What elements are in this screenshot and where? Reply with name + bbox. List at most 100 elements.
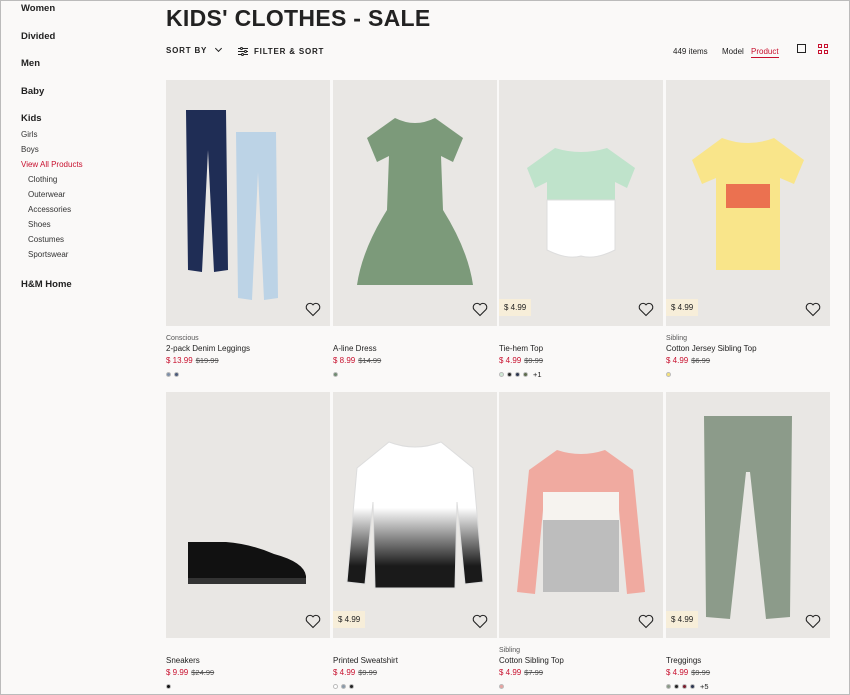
- treggings-illustration: [704, 416, 792, 619]
- nav-accessories[interactable]: Accessories: [28, 205, 71, 214]
- color-swatches: [333, 681, 497, 691]
- product-name[interactable]: Cotton Jersey Sibling Top: [666, 343, 830, 355]
- grid-view-icon[interactable]: [818, 44, 828, 54]
- color-swatches: [333, 369, 497, 379]
- product-info: Sibling Cotton Jersey Sibling Top $ 4.99…: [666, 334, 830, 379]
- price-tag: $ 4.99: [666, 299, 699, 316]
- product-label: [499, 334, 663, 343]
- product-info: Printed Sweatshirt $ 4.99 $9.99: [333, 646, 497, 691]
- color-swatch[interactable]: [499, 371, 504, 377]
- sort-by-button[interactable]: SORT BY: [166, 44, 223, 55]
- favorite-heart-icon[interactable]: [472, 302, 488, 317]
- original-price: $9.99: [691, 668, 711, 677]
- original-price: $14.99: [358, 356, 382, 365]
- color-swatch[interactable]: [690, 683, 695, 689]
- view-model-toggle[interactable]: Model: [722, 47, 744, 56]
- favorite-heart-icon[interactable]: [472, 614, 488, 629]
- sort-by-label: SORT BY: [166, 46, 208, 55]
- product-name[interactable]: A-line Dress: [333, 343, 497, 355]
- color-swatch[interactable]: [666, 371, 671, 377]
- color-swatch[interactable]: [341, 683, 346, 689]
- product-info: Tie-hem Top $ 4.99 $9.99 +1: [499, 334, 663, 379]
- product-image[interactable]: $ 4.99: [666, 80, 830, 326]
- product-prices: $ 4.99 $9.99: [333, 667, 497, 679]
- nav-women[interactable]: Women: [21, 3, 55, 14]
- favorite-heart-icon[interactable]: [638, 614, 654, 629]
- page-title: KIDS' CLOTHES - SALE: [166, 5, 431, 31]
- product-prices: $ 4.99 $9.99: [499, 355, 663, 367]
- color-swatches: [666, 369, 830, 379]
- original-price: $9.99: [358, 668, 378, 677]
- color-swatch[interactable]: [499, 683, 504, 689]
- green-dress-illustration: [357, 118, 473, 285]
- color-swatch[interactable]: [674, 683, 679, 689]
- nav-sportswear[interactable]: Sportswear: [28, 250, 68, 259]
- color-swatches: [166, 369, 330, 379]
- favorite-heart-icon[interactable]: [805, 302, 821, 317]
- product-prices: $ 13.99 $19.99: [166, 355, 330, 367]
- color-swatch[interactable]: [349, 683, 354, 689]
- product-name[interactable]: Tie-hem Top: [499, 343, 663, 355]
- nav-shoes[interactable]: Shoes: [28, 220, 51, 229]
- product-name[interactable]: Cotton Sibling Top: [499, 655, 663, 667]
- listing-toolbar: SORT BY FILTER & SORT 449 items Model Pr…: [166, 44, 831, 58]
- color-swatch[interactable]: [515, 371, 520, 377]
- color-swatch[interactable]: [174, 371, 179, 377]
- product-label: Sibling: [499, 647, 521, 654]
- sweatshirt-illustration: [346, 441, 484, 589]
- nav-costumes[interactable]: Costumes: [28, 235, 64, 244]
- yellow-tshirt-illustration: [692, 138, 804, 270]
- sale-price: $ 4.99: [499, 356, 522, 365]
- original-price: $19.99: [195, 356, 219, 365]
- favorite-heart-icon[interactable]: [305, 614, 321, 629]
- product-image[interactable]: [499, 392, 663, 638]
- view-product-toggle[interactable]: Product: [751, 47, 779, 58]
- color-swatch[interactable]: [333, 371, 338, 377]
- product-label: [666, 646, 830, 655]
- color-swatch[interactable]: [666, 683, 671, 689]
- sale-price: $ 9.99: [166, 668, 189, 677]
- product-info: Conscious 2-pack Denim Leggings $ 13.99 $…: [166, 334, 330, 379]
- favorite-heart-icon[interactable]: [305, 302, 321, 317]
- nav-hm-home[interactable]: H&M Home: [21, 279, 72, 290]
- black-sneaker-illustration: [188, 542, 306, 584]
- nav-kids[interactable]: Kids: [21, 113, 42, 124]
- filter-sort-label: FILTER & SORT: [254, 47, 325, 56]
- nav-baby[interactable]: Baby: [21, 86, 44, 97]
- nav-kids-girls[interactable]: Girls: [21, 130, 37, 139]
- original-price: $9.99: [524, 356, 544, 365]
- product-image[interactable]: [166, 80, 330, 326]
- nav-outerwear[interactable]: Outerwear: [28, 190, 65, 199]
- product-name[interactable]: Printed Sweatshirt: [333, 655, 497, 667]
- nav-clothing[interactable]: Clothing: [28, 175, 57, 184]
- color-swatch[interactable]: [166, 371, 171, 377]
- product-prices: $ 4.99 $9.99: [666, 667, 830, 679]
- product-image[interactable]: [166, 392, 330, 638]
- single-column-view-icon[interactable]: [797, 44, 806, 53]
- product-prices: $ 9.99 $24.99: [166, 667, 330, 679]
- sale-price: $ 4.99: [666, 668, 689, 677]
- color-swatch[interactable]: [682, 683, 687, 689]
- product-image[interactable]: $ 4.99: [499, 80, 663, 326]
- product-name[interactable]: Sneakers: [166, 655, 330, 667]
- product-image[interactable]: [333, 80, 497, 326]
- nav-men[interactable]: Men: [21, 58, 40, 69]
- more-colors-count: +5: [700, 681, 709, 691]
- favorite-heart-icon[interactable]: [638, 302, 654, 317]
- product-name[interactable]: Treggings: [666, 655, 830, 667]
- nav-kids-boys[interactable]: Boys: [21, 145, 39, 154]
- favorite-heart-icon[interactable]: [805, 614, 821, 629]
- product-name[interactable]: 2-pack Denim Leggings: [166, 343, 330, 355]
- color-swatch[interactable]: [523, 371, 528, 377]
- product-image[interactable]: $ 4.99: [666, 392, 830, 638]
- nav-kids-view-all[interactable]: View All Products: [21, 160, 83, 169]
- color-swatch[interactable]: [507, 371, 512, 377]
- product-label: [166, 646, 330, 655]
- nav-divided[interactable]: Divided: [21, 31, 55, 42]
- product-info: Treggings $ 4.99 $9.99 +5: [666, 646, 830, 691]
- color-swatch[interactable]: [166, 683, 171, 689]
- color-swatch[interactable]: [333, 683, 338, 689]
- filter-sort-button[interactable]: FILTER & SORT: [238, 46, 324, 56]
- product-image[interactable]: $ 4.99: [333, 392, 497, 638]
- tie-hem-top-illustration: [527, 148, 635, 258]
